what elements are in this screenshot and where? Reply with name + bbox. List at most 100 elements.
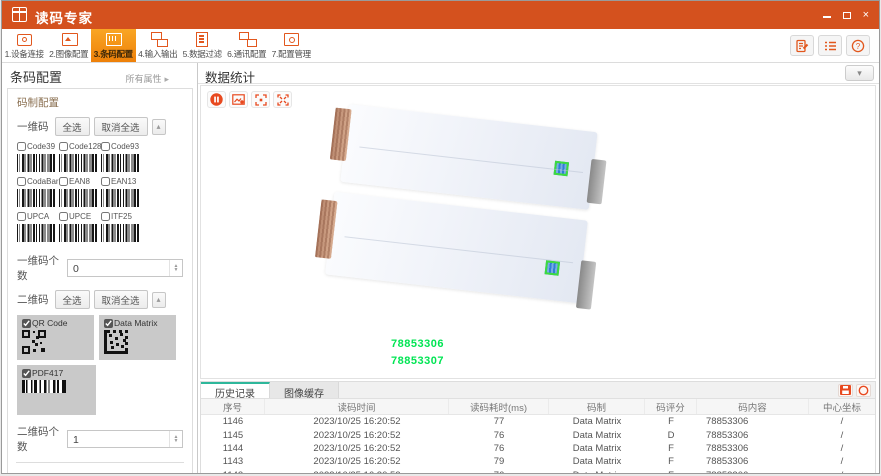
table-cell: F (645, 442, 697, 455)
deselect-all-1d-button[interactable]: 取消全选 (94, 117, 148, 136)
checkbox[interactable] (59, 212, 68, 221)
stepper-arrows-icon[interactable]: ▲▼ (169, 431, 182, 447)
minimize-icon[interactable] (823, 16, 831, 18)
barcode-type-itf25: ITF25 (101, 212, 143, 242)
barcode-checkbox[interactable]: Code39 (17, 142, 59, 151)
help-icon[interactable]: ? (846, 35, 870, 56)
barcode-checkbox[interactable]: Data Matrix (104, 318, 176, 328)
barcode-preview-image (101, 189, 139, 207)
list-icon[interactable] (818, 35, 842, 56)
table-cell: / (809, 442, 875, 455)
report-icon[interactable] (790, 35, 814, 56)
count-2d-value: 1 (73, 434, 79, 446)
collapse-1d-icon[interactable] (152, 119, 166, 135)
checkbox[interactable] (101, 177, 110, 186)
barcode-type-qr-code: QR Code (17, 315, 94, 360)
table-cell: Data Matrix (549, 415, 645, 428)
toolbar-tab-config[interactable]: 7.配置管理 (269, 29, 314, 62)
table-row[interactable]: 11442023/10/25 16:20:5276Data MatrixF788… (201, 442, 875, 455)
column-header[interactable]: 中心坐标 (809, 399, 875, 414)
table-cell: 78853306 (697, 442, 809, 455)
toolbar-tab-io[interactable]: 4.输入输出 (136, 29, 181, 62)
toolbar-tab-barcode[interactable]: 3.条码配置 (91, 29, 136, 62)
barcode-checkbox[interactable]: UPCE (59, 212, 101, 221)
checkbox[interactable] (101, 212, 110, 221)
count-1d-stepper[interactable]: 0 ▲▼ (67, 259, 183, 277)
product-image-1 (340, 104, 597, 210)
toolbar-tab-camera[interactable]: 1.设备连接 (2, 29, 47, 62)
column-header[interactable]: 读码时间 (265, 399, 449, 414)
checkbox[interactable] (22, 369, 31, 378)
barcode-checkbox[interactable]: UPCA (17, 212, 59, 221)
barcode-checkbox[interactable]: Code93 (101, 142, 143, 151)
checkbox[interactable] (17, 177, 26, 186)
collapse-2d-icon[interactable] (152, 292, 166, 308)
toolbar-tab-filter[interactable]: 5.数据过滤 (180, 29, 225, 62)
statistics-title: 数据统计 (205, 67, 255, 86)
select-all-2d-button[interactable]: 全选 (55, 290, 90, 309)
count-2d-stepper[interactable]: 1 ▲▼ (67, 430, 183, 448)
decode-result-text: 78853307 (391, 353, 444, 370)
table-cell: 76 (449, 469, 549, 474)
toolbar-tab-network[interactable]: 6.通讯配置 (225, 29, 270, 62)
history-tab-image-cache[interactable]: 图像缓存 (270, 382, 339, 398)
stepper-arrows-icon[interactable]: ▲▼ (169, 260, 182, 276)
tab-label: 3.条码配置 (94, 48, 133, 60)
toolbar-tab-image[interactable]: 2.图像配置 (47, 29, 92, 62)
image-viewer[interactable]: 7885330678853307 (200, 85, 876, 379)
table-row[interactable]: 11422023/10/25 16:20:5276Data MatrixF788… (201, 469, 875, 474)
barcode-1d-grid: Code39Code128Code93 CodaBarEAN8 EAN13 UPCAU… (17, 142, 183, 247)
barcode-preview-image (17, 189, 55, 207)
column-header[interactable]: 序号 (201, 399, 265, 414)
table-row[interactable]: 11462023/10/25 16:20:5277Data MatrixF788… (201, 415, 875, 428)
toolbar-right-buttons: ? (790, 29, 879, 62)
barcode-checkbox[interactable]: QR Code (22, 318, 94, 328)
fullscreen-icon[interactable] (273, 91, 292, 108)
all-properties-link[interactable]: 所有属性 (125, 72, 169, 85)
table-cell: 78853306 (697, 455, 809, 468)
barcode-preview-image (17, 154, 55, 172)
history-tab-records[interactable]: 历史记录 (201, 382, 270, 398)
save-icon[interactable] (838, 384, 853, 397)
dropdown-icon[interactable] (845, 65, 874, 81)
checkbox[interactable] (59, 177, 68, 186)
barcode-checkbox[interactable]: EAN13 (101, 177, 143, 186)
column-header[interactable]: 码评分 (645, 399, 697, 414)
barcode-label: EAN13 (111, 177, 136, 186)
focus-icon[interactable] (251, 91, 270, 108)
barcode-checkbox[interactable]: CodaBar (17, 177, 59, 186)
column-header[interactable]: 码内容 (697, 399, 809, 414)
barcode-label: CodaBar (27, 177, 59, 186)
toolbar-tabs: 1.设备连接2.图像配置3.条码配置4.输入输出5.数据过滤6.通讯配置7.配置… (2, 29, 314, 62)
table-row[interactable]: 11452023/10/25 16:20:5276Data MatrixD788… (201, 428, 875, 441)
checkbox[interactable] (17, 142, 26, 151)
close-icon[interactable]: × (863, 10, 869, 21)
section-2d-label: 二维码 (17, 292, 49, 307)
column-header[interactable]: 码制 (549, 399, 645, 414)
barcode-checkbox[interactable]: Code128 (59, 142, 101, 151)
table-row[interactable]: 11432023/10/25 16:20:5279Data MatrixF788… (201, 455, 875, 468)
checkbox[interactable] (101, 142, 110, 151)
barcode-label: QR Code (32, 318, 67, 328)
barcode-checkbox[interactable]: ITF25 (101, 212, 143, 221)
column-header[interactable]: 读码耗时(ms) (449, 399, 549, 414)
maximize-icon[interactable] (843, 12, 851, 19)
checkbox[interactable] (17, 212, 26, 221)
table-cell: 1143 (201, 455, 265, 468)
pause-icon[interactable] (207, 91, 226, 108)
window-controls: × (823, 1, 869, 29)
barcode-checkbox[interactable]: PDF417 (22, 368, 96, 378)
barcode-label: PDF417 (32, 368, 63, 378)
checkbox[interactable] (59, 142, 68, 151)
select-all-1d-button[interactable]: 全选 (55, 117, 90, 136)
clear-icon[interactable] (856, 384, 871, 397)
barcode-checkbox[interactable]: EAN8 (59, 177, 101, 186)
deselect-all-2d-button[interactable]: 取消全选 (94, 290, 148, 309)
viewer-toolbar (207, 91, 292, 108)
checkbox[interactable] (22, 319, 31, 328)
checkbox[interactable] (104, 319, 113, 328)
tab-label: 1.设备连接 (5, 48, 44, 60)
image-settings-icon[interactable] (229, 91, 248, 108)
svg-text:?: ? (856, 42, 861, 51)
copper-tab (330, 108, 352, 161)
